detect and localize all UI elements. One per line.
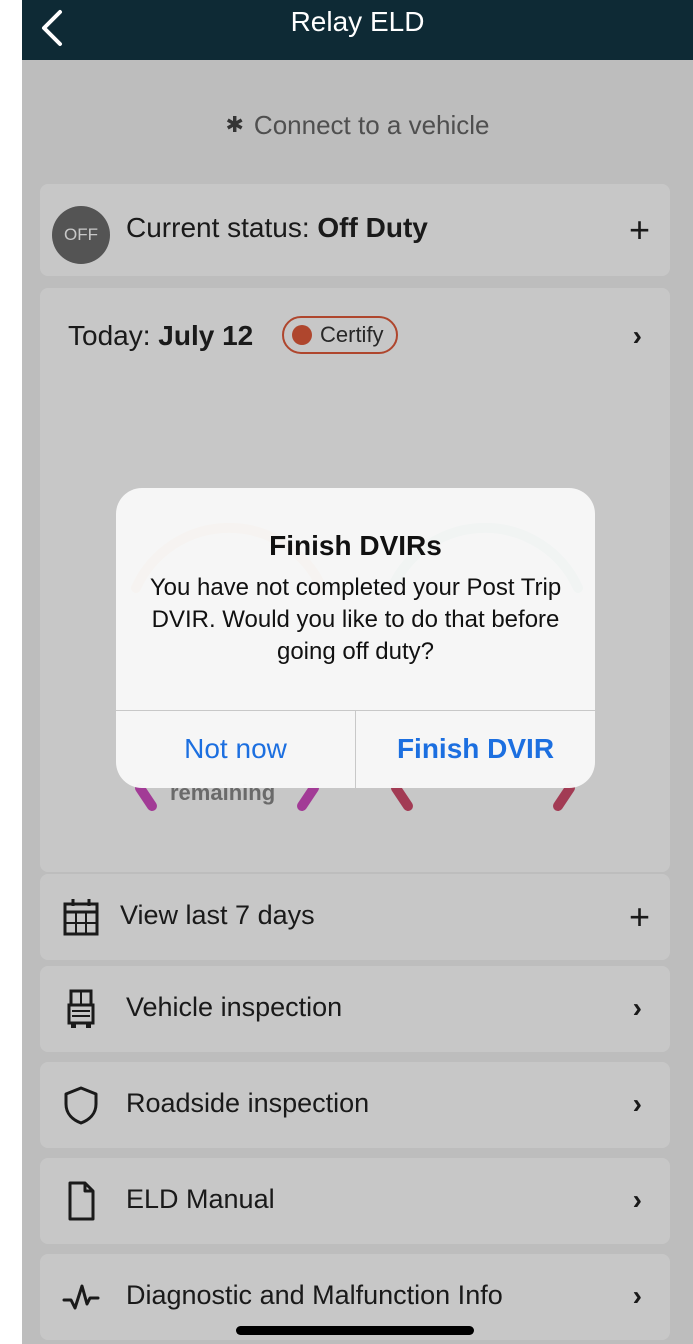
home-indicator[interactable] [236,1326,474,1335]
app-header: Relay ELD [22,0,693,60]
dialog-title: Finish DVIRs [269,530,442,561]
finish-dvir-button[interactable]: Finish DVIR [356,710,595,788]
page-title: Relay ELD [290,6,425,37]
app-screen: Relay ELD ✱ Connect to a vehicle OFF Cur… [22,0,693,1344]
finish-dvir-dialog: Finish DVIRs You have not completed your… [116,488,595,788]
not-now-button[interactable]: Not now [116,710,355,788]
dialog-message: You have not completed your Post Trip DV… [149,574,562,665]
